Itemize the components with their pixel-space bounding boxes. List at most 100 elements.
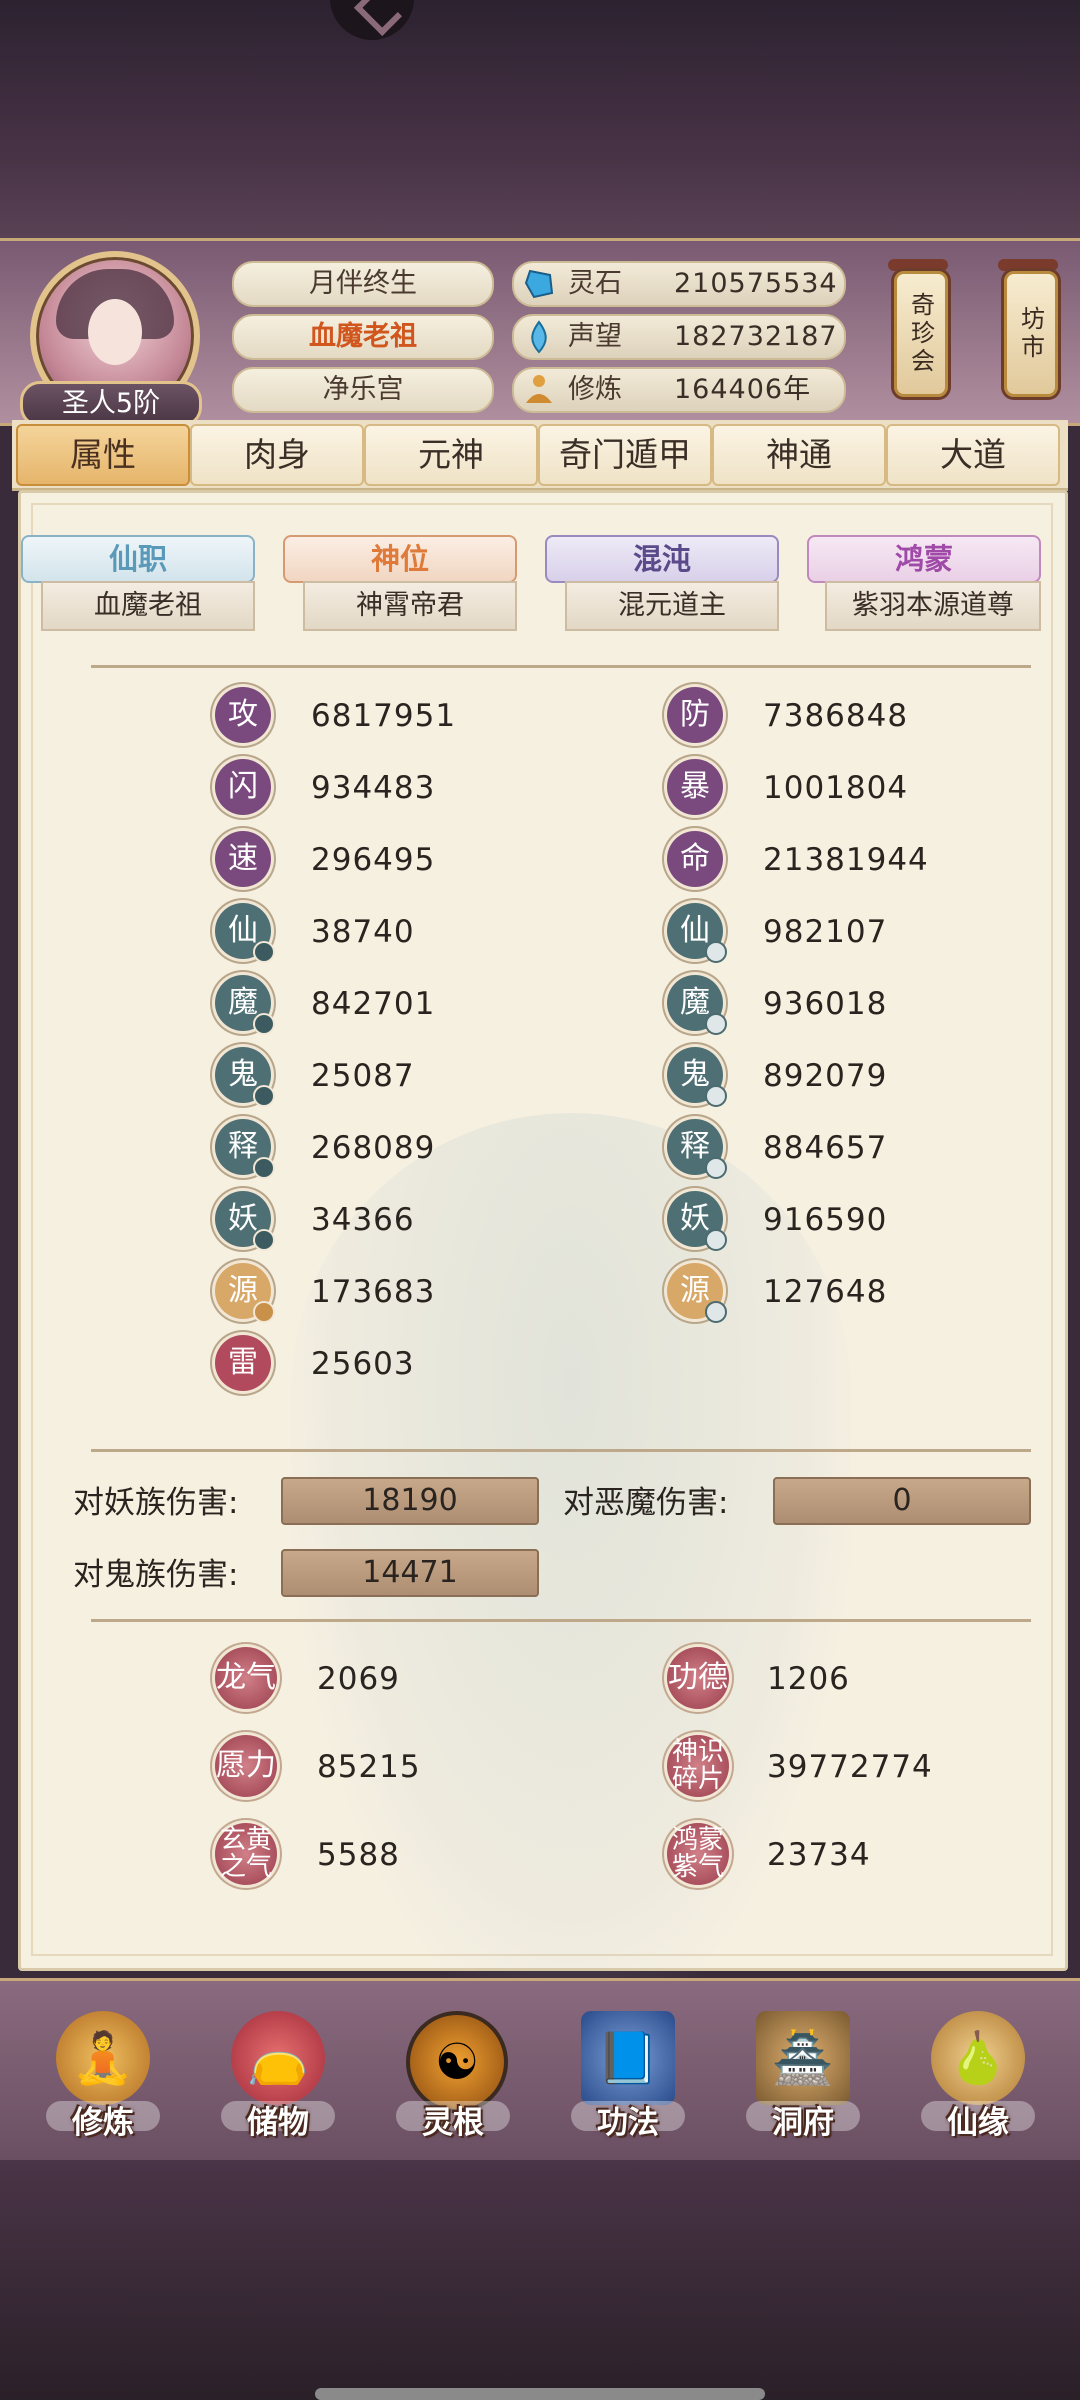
rare-treasure-button[interactable]: 奇珍会 [894,271,948,397]
title-divine-rank-value[interactable]: 神霄帝君 [303,581,517,631]
home-indicator[interactable] [315,2388,765,2400]
monk-icon: 🧘 [56,2011,150,2105]
attack-icon: 攻 [215,687,271,743]
hp-icon: 命 [667,831,723,887]
icon-glyph: 妖 [228,1201,258,1236]
icon-glyph: 源 [680,1273,710,1308]
avatar-face [88,299,142,365]
title-immortal-office-value[interactable]: 血魔老祖 [41,581,255,631]
icon-glyph: 魔 [228,985,258,1020]
bottom-backdrop [0,2160,1080,2400]
defense-pip [705,1301,727,1323]
resource-prestige: 声望 182732187 [512,314,846,360]
damage-vs-demon-value: 0 [773,1477,1031,1525]
xuanhuang-qi-icon: 玄黄之气 [215,1823,277,1885]
buddha-attack-icon: 释 [215,1119,275,1179]
icon-glyph: 鬼 [680,1057,710,1092]
attack-value: 6817951 [311,698,457,734]
attack-pip [253,1229,275,1251]
divider [91,665,1031,668]
tab-great-dao[interactable]: 大道 [886,424,1060,486]
damage-vs-monster-label: 对妖族伤害: [73,1485,239,1521]
tab-qimen[interactable]: 奇门遁甲 [538,424,712,486]
origin-attack-icon: 源 [215,1263,275,1323]
merit-value: 1206 [767,1661,850,1697]
ghost-defense-icon: 鬼 [667,1047,727,1107]
market-button[interactable]: 坊市 [1004,271,1058,397]
tab-divine-power[interactable]: 神通 [712,424,886,486]
tab-attributes[interactable]: 属性 [16,424,190,486]
resource-spirit-stone: 灵石 210575534 [512,261,846,307]
monster-defense-value: 916590 [763,1202,888,1238]
ghost-defense-value: 892079 [763,1058,888,1094]
top-backdrop [0,0,1080,238]
will-power-icon: 愿力 [215,1735,277,1797]
speed-value: 296495 [311,842,436,878]
demon-defense-icon: 魔 [667,975,727,1035]
resource-value: 164406年 [674,374,812,405]
will-power-value: 85215 [317,1749,421,1785]
nav-immortal-fate[interactable]: 🍐 仙缘 [903,2001,1053,2161]
dodge-value: 934483 [311,770,436,806]
defense-pip [705,1085,727,1107]
divider [91,1619,1031,1622]
nav-techniques[interactable]: 📘 功法 [553,2001,703,2161]
damage-vs-ghost-value: 14471 [281,1549,539,1597]
monster-defense-icon: 妖 [667,1191,727,1251]
bottom-nav: 🧘 修炼 👝 储物 ☯ 灵根 📘 功法 🏯 洞府 🍐 仙缘 [0,1978,1080,2164]
scroll-cap [888,259,948,271]
origin-defense-value: 127648 [763,1274,888,1310]
demon-attack-value: 842701 [311,986,436,1022]
tab-body[interactable]: 肉身 [190,424,364,486]
cave-dwelling-icon: 🏯 [756,2011,850,2105]
attack-pip [253,1013,275,1035]
nav-cultivate[interactable]: 🧘 修炼 [28,2001,178,2161]
dodge-icon: 闪 [215,759,271,815]
primordial-purple-qi-value: 23734 [767,1837,871,1873]
title-chaos-value[interactable]: 混元道主 [565,581,779,631]
title-chaos-label: 混沌 [545,535,779,583]
merit-icon: 功德 [667,1647,729,1709]
origin-defense-icon: 源 [667,1263,727,1323]
icon-glyph: 仙 [680,913,710,948]
title-divine-rank-label: 神位 [283,535,517,583]
attack-pip [253,1301,275,1323]
monster-attack-icon: 妖 [215,1191,275,1251]
damage-vs-monster-value: 18190 [281,1477,539,1525]
defense-pip [705,1013,727,1035]
attack-pip [253,1085,275,1107]
tab-bar: 属性 肉身 元神 奇门遁甲 神通 大道 [12,420,1068,491]
resource-value: 210575534 [674,268,838,299]
origin-attack-value: 173683 [311,1274,436,1310]
sect-field[interactable]: 净乐宫 [232,367,494,413]
title-primordial-label: 鸿蒙 [807,535,1041,583]
book-icon: 📘 [581,2011,675,2105]
xuanhuang-qi-value: 5588 [317,1837,400,1873]
spirit-shard-icon: 神识碎片 [667,1735,729,1797]
bag-icon: 👝 [231,2011,325,2105]
spirit-stone-icon [522,267,556,301]
cultivation-icon [522,373,556,407]
tab-soul[interactable]: 元神 [364,424,538,486]
player-header: 圣人5阶 月伴终生 血魔老祖 净乐宫 灵石 210575534 声望 18273… [0,238,1080,427]
title-immortal-office-label: 仙职 [21,535,255,583]
player-title-field[interactable]: 血魔老祖 [232,314,494,360]
buddha-defense-value: 884657 [763,1130,888,1166]
nav-label: 储物 [247,2105,309,2141]
buddha-defense-icon: 释 [667,1119,727,1179]
title-primordial-value[interactable]: 紫羽本源道尊 [825,581,1041,631]
scroll-cap [998,259,1058,271]
immortal-defense-value: 982107 [763,914,888,950]
defense-pip [705,941,727,963]
icon-glyph: 释 [228,1129,258,1164]
speed-icon: 速 [215,831,271,887]
icon-glyph: 源 [228,1273,258,1308]
nav-storage[interactable]: 👝 储物 [203,2001,353,2161]
spirit-shard-value: 39772774 [767,1749,933,1785]
icon-glyph: 释 [680,1129,710,1164]
nav-cave-dwelling[interactable]: 🏯 洞府 [728,2001,878,2161]
resource-label: 灵石 [568,268,622,299]
nav-spirit-root[interactable]: ☯ 灵根 [378,2001,528,2161]
ghost-attack-icon: 鬼 [215,1047,275,1107]
resource-label: 声望 [568,321,622,352]
